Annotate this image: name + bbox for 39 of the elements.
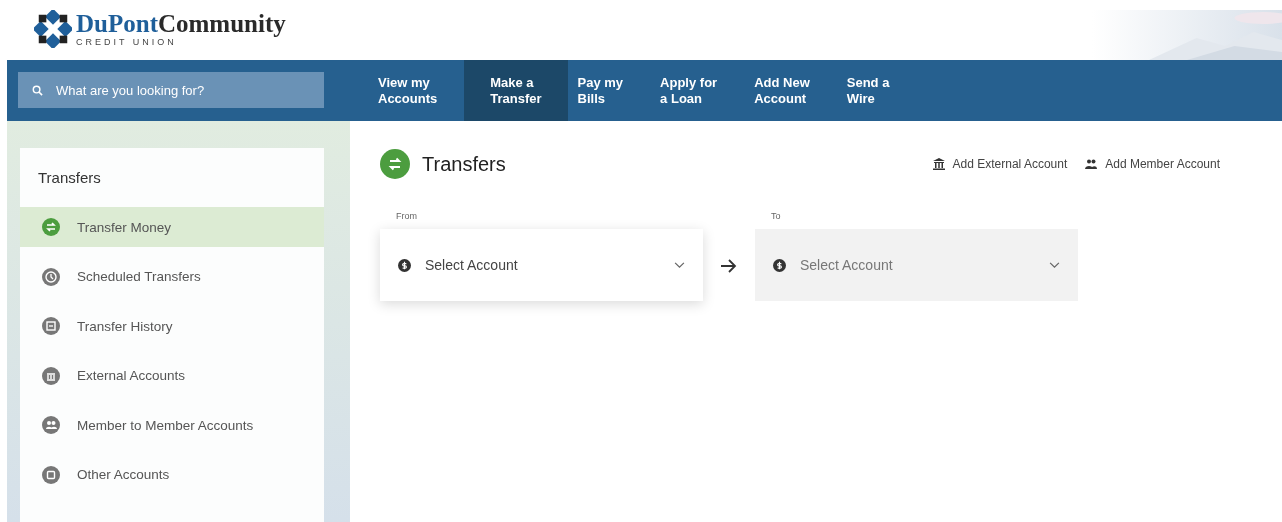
sidebar-item[interactable]: Scheduled Transfers <box>20 256 324 297</box>
chevron-down-icon <box>674 261 685 269</box>
logo[interactable]: DuPontCommunity CREDIT UNION <box>34 10 286 48</box>
nav-tab[interactable]: Send a Wire <box>836 60 917 121</box>
search-icon <box>32 85 43 96</box>
sidebar-item[interactable]: Member to Member Accounts <box>20 405 324 445</box>
people-icon <box>1085 158 1098 170</box>
logo-icon <box>34 10 72 48</box>
arrow-right-icon <box>721 259 737 273</box>
bank-icon <box>932 158 945 170</box>
transfer-icon <box>380 149 410 179</box>
logo-text: DuPont <box>76 10 158 37</box>
chevron-down-icon <box>1049 261 1060 269</box>
calendar-icon <box>41 316 61 336</box>
clock-icon <box>41 266 61 287</box>
nav-tab[interactable]: View my Accounts <box>368 60 465 121</box>
nav-tab[interactable]: Add New Account <box>744 60 837 121</box>
add-account-link[interactable]: Add External Account <box>932 157 1068 171</box>
sidebar-item[interactable]: Other Accounts <box>20 454 324 495</box>
sidebar-title: Transfers <box>37 168 102 188</box>
bank-icon <box>41 365 61 386</box>
account-select[interactable]: Select Account <box>380 229 703 301</box>
sidebar-item[interactable]: Transfer History <box>20 306 324 346</box>
sidebar-item[interactable]: External Accounts <box>20 355 324 396</box>
dollar-icon <box>398 258 411 272</box>
transfer-icon <box>41 217 61 237</box>
nav-tab[interactable]: Make a Transfer <box>464 60 568 121</box>
search-field[interactable]: What are you looking for? <box>18 72 324 108</box>
nav-tab[interactable]: Pay my Bills <box>567 60 651 121</box>
nav-tab[interactable]: Apply for a Loan <box>650 60 745 121</box>
people-icon <box>41 415 61 435</box>
sidebar-item[interactable]: Transfer Money <box>20 207 324 247</box>
page-title: Transfers <box>422 152 506 176</box>
dollar-icon <box>773 258 786 272</box>
logo-tagline: CREDIT UNION <box>76 37 178 47</box>
logo-text: Community <box>157 10 286 37</box>
add-account-link[interactable]: Add Member Account <box>1085 157 1220 171</box>
field-label: To <box>770 211 782 221</box>
field-label: From <box>395 211 418 221</box>
